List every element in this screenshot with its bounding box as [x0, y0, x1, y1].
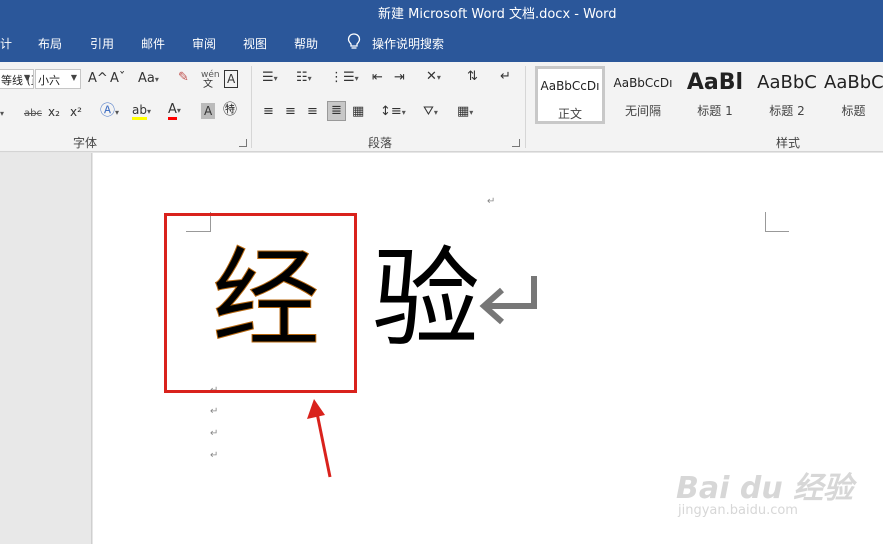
window-title: 新建 Microsoft Word 文档.docx - Word — [378, 7, 617, 22]
text-effects-icon[interactable]: Ⓐ▾ — [100, 102, 119, 121]
justify-icon[interactable]: ≣ — [327, 101, 346, 121]
decrease-indent-icon[interactable]: ⇤ — [372, 70, 383, 86]
style-name: 标题 1 — [697, 104, 733, 118]
ribbon: 等线 (正文 ▼ 小六 ▼ A^ Aˇ Aa▾ ✎ wén 文 A ▾ abc … — [0, 62, 883, 152]
borders-icon[interactable]: ▦▾ — [457, 104, 473, 121]
multilevel-list-icon[interactable]: ⋮☰▾ — [330, 70, 359, 87]
pinyin-guide-char: 文 — [203, 79, 213, 90]
align-right-icon[interactable]: ≡ — [307, 104, 318, 120]
paragraph-mark: ↵ — [210, 406, 219, 417]
tell-me-search[interactable]: 操作说明搜索 — [372, 35, 444, 52]
left-gutter — [0, 153, 92, 544]
chinese-layout-icon[interactable]: ✕▾ — [426, 69, 441, 86]
annotation-arrow-icon — [307, 399, 332, 478]
font-name-combo[interactable]: 等线 (正文 ▼ — [0, 69, 34, 89]
enclose-characters-icon[interactable]: ㊕ — [223, 102, 237, 118]
group-divider — [251, 66, 252, 148]
style-name: 标题 — [841, 104, 866, 118]
underline-dropdown-icon[interactable]: ▾ — [0, 105, 4, 122]
font-size-combo[interactable]: 小六 ▼ — [35, 69, 81, 89]
ribbon-tab-bar: 计 布局 引用 邮件 审阅 视图 帮助 操作说明搜索 — [0, 24, 883, 62]
tab-help[interactable]: 帮助 — [294, 35, 318, 52]
align-left-icon[interactable]: ≡ — [263, 104, 274, 120]
paragraph-mark: ↵ — [210, 450, 219, 461]
style-sample: AaBl — [686, 70, 744, 95]
character-border-icon[interactable]: A — [224, 70, 239, 88]
text-highlight-icon[interactable]: ab▾ — [132, 102, 151, 120]
numbering-icon[interactable]: ☷▾ — [296, 70, 312, 87]
style-sample: AaBbCcDı — [613, 76, 673, 90]
margin-corner-mark — [765, 212, 789, 232]
show-formatting-icon[interactable]: ↵ — [500, 69, 511, 85]
title-bar: 新建 Microsoft Word 文档.docx - Word — [0, 0, 883, 24]
sort-icon[interactable]: ⇅ — [467, 69, 478, 85]
style-name: 标题 2 — [769, 104, 805, 118]
tab-review[interactable]: 审阅 — [192, 35, 216, 52]
shrink-font-button[interactable]: Aˇ — [110, 71, 125, 87]
paragraph-mark: ↵ — [210, 428, 219, 439]
tab-references[interactable]: 引用 — [90, 35, 114, 52]
style-heading-2[interactable]: AaBbC 标题 2 — [752, 66, 822, 124]
annotation-highlight-box — [164, 213, 357, 393]
bullets-icon[interactable]: ☰▾ — [262, 70, 278, 87]
style-heading-1[interactable]: AaBl 标题 1 — [680, 66, 750, 124]
tab-mailings[interactable]: 邮件 — [141, 35, 165, 52]
distributed-icon[interactable]: ▦ — [352, 104, 364, 120]
grow-font-button[interactable]: A^ — [88, 71, 108, 87]
watermark: Bai du 经验 jingyan.baidu.com — [676, 455, 853, 525]
tab-view[interactable]: 视图 — [243, 35, 267, 52]
line-spacing-icon[interactable]: ↕≡▾ — [380, 104, 406, 121]
style-normal[interactable]: AaBbCcDı 正文 — [535, 66, 605, 124]
style-title[interactable]: AaBbC 标题 — [824, 66, 883, 124]
chevron-down-icon: ▼ — [23, 73, 30, 82]
return-mark-icon — [479, 276, 537, 325]
font-dialog-launcher-icon[interactable] — [239, 139, 247, 147]
document-char[interactable]: 验 — [372, 240, 480, 360]
font-group-label: 字体 — [73, 136, 98, 150]
strikethrough-button[interactable]: abc — [24, 106, 42, 122]
style-name: 正文 — [557, 107, 582, 121]
paragraph-group-label: 段落 — [368, 136, 393, 150]
change-case-button[interactable]: Aa▾ — [138, 71, 159, 88]
subscript-button[interactable]: x₂ — [48, 104, 60, 120]
group-divider — [525, 66, 526, 148]
superscript-button[interactable]: x² — [70, 104, 82, 120]
tab-layout[interactable]: 布局 — [38, 35, 62, 52]
increase-indent-icon[interactable]: ⇥ — [394, 70, 405, 86]
chevron-down-icon: ▼ — [70, 73, 77, 82]
character-shading-icon[interactable]: A — [201, 103, 216, 119]
font-color-icon[interactable]: A▾ — [168, 102, 181, 120]
styles-group-label: 样式 — [776, 136, 801, 150]
clear-formatting-icon[interactable]: ✎ — [178, 70, 189, 86]
tab-design[interactable]: 计 — [0, 35, 12, 52]
watermark-url: jingyan.baidu.com — [678, 503, 798, 518]
style-sample: AaBbCcDı — [540, 79, 600, 93]
watermark-logo: Bai du 经验 — [676, 471, 854, 506]
shading-icon[interactable]: ⛛▾ — [423, 104, 438, 121]
style-sample: AaBbC — [757, 72, 817, 93]
font-size-value: 小六 — [38, 74, 60, 87]
paragraph-mark: ↵ — [487, 196, 496, 207]
style-no-spacing[interactable]: AaBbCcDı 无间隔 — [608, 66, 678, 124]
change-case-label: Aa — [138, 71, 155, 86]
style-sample: AaBbC — [824, 72, 883, 93]
lightbulb-icon — [347, 33, 361, 49]
align-center-icon[interactable]: ≡ — [285, 104, 296, 120]
style-name: 无间隔 — [624, 104, 661, 118]
paragraph-dialog-launcher-icon[interactable] — [512, 139, 520, 147]
